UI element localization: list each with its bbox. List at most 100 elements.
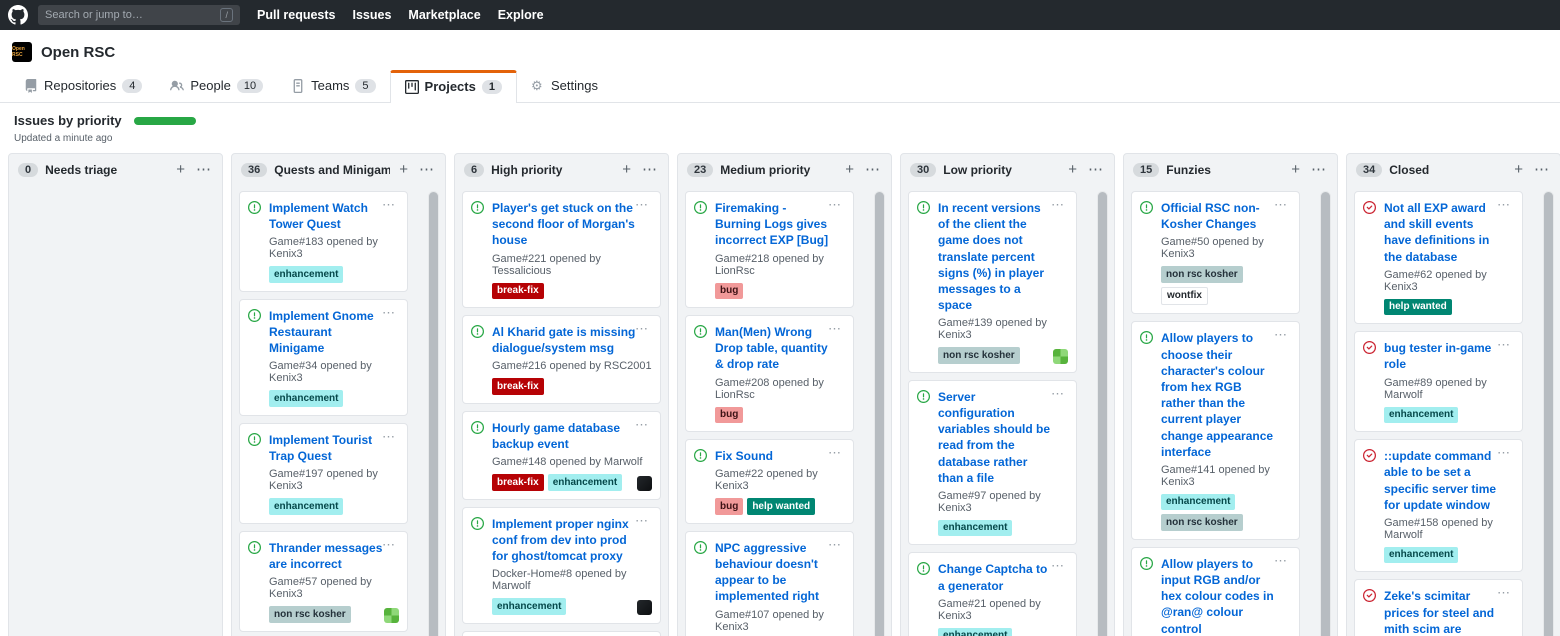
column-scrollbar[interactable] [1320, 191, 1331, 636]
issue-card[interactable]: Fix Sound⋯Game#22 opened by Kenix3bughel… [685, 439, 854, 524]
issue-card[interactable]: Validate that a human is creating charac… [462, 631, 661, 636]
issue-card[interactable]: bug tester in-game role⋯Game#89 opened b… [1354, 331, 1523, 432]
issue-title[interactable]: Al Kharid gate is missing dialogue/syste… [492, 324, 639, 356]
card-menu-button[interactable]: ⋯ [376, 429, 401, 444]
card-menu-button[interactable]: ⋯ [1491, 197, 1516, 212]
card-menu-button[interactable]: ⋯ [629, 417, 654, 432]
card-menu-button[interactable]: ⋯ [1045, 558, 1070, 573]
card-menu-button[interactable]: ⋯ [822, 321, 847, 336]
card-menu-button[interactable]: ⋯ [376, 305, 401, 320]
card-menu-button[interactable]: ⋯ [822, 445, 847, 460]
card-menu-button[interactable]: ⋯ [1491, 337, 1516, 352]
issue-title[interactable]: Implement Tourist Trap Quest [269, 432, 386, 464]
card-menu-button[interactable]: ⋯ [1491, 585, 1516, 600]
issue-card[interactable]: Man(Men) Wrong Drop table, quantity & dr… [685, 315, 854, 432]
column-menu-button[interactable]: ⋯ [1309, 162, 1328, 177]
scrollbar-thumb[interactable] [429, 192, 438, 636]
column-menu-button[interactable]: ⋯ [194, 162, 213, 177]
issue-card[interactable]: Allow players to input RGB and/or hex co… [1131, 547, 1300, 636]
issue-card[interactable]: Allow players to choose their character'… [1131, 321, 1300, 540]
issue-title[interactable]: Server configuration variables should be… [938, 389, 1055, 486]
add-card-button[interactable]: + [174, 162, 187, 177]
card-menu-button[interactable]: ⋯ [1268, 197, 1293, 212]
issue-title[interactable]: Change Captcha to a generator [938, 561, 1055, 593]
card-menu-button[interactable]: ⋯ [376, 197, 401, 212]
issue-card[interactable]: Implement Watch Tower Quest⋯Game#183 ope… [239, 191, 408, 292]
column-menu-button[interactable]: ⋯ [863, 162, 882, 177]
add-card-button[interactable]: + [1066, 162, 1079, 177]
add-card-button[interactable]: + [1512, 162, 1525, 177]
issue-title[interactable]: Player's get stuck on the second floor o… [492, 200, 639, 249]
org-avatar[interactable]: Open RSC [12, 42, 32, 62]
scrollbar-thumb[interactable] [1321, 192, 1330, 636]
issue-card[interactable]: Implement proper nginx conf from dev int… [462, 507, 661, 624]
add-card-button[interactable]: + [397, 162, 410, 177]
column-menu-button[interactable]: ⋯ [1086, 162, 1105, 177]
nav-link-pull-requests[interactable]: Pull requests [257, 8, 336, 22]
card-menu-button[interactable]: ⋯ [1491, 445, 1516, 460]
nav-link-explore[interactable]: Explore [498, 8, 544, 22]
issue-card[interactable]: Al Kharid gate is missing dialogue/syste… [462, 315, 661, 404]
issue-title[interactable]: In recent versions of the client the gam… [938, 200, 1055, 313]
search-input[interactable]: Search or jump to… / [38, 5, 240, 25]
nav-link-marketplace[interactable]: Marketplace [408, 8, 480, 22]
column-scrollbar[interactable] [1543, 191, 1554, 636]
issue-card[interactable]: Implement Tourist Trap Quest⋯Game#197 op… [239, 423, 408, 524]
card-menu-button[interactable]: ⋯ [629, 321, 654, 336]
tab-people[interactable]: People 10 [156, 70, 277, 102]
issue-title[interactable]: Fix Sound [715, 448, 832, 464]
issue-title[interactable]: Man(Men) Wrong Drop table, quantity & dr… [715, 324, 832, 373]
issue-title[interactable]: Allow players to input RGB and/or hex co… [1161, 556, 1278, 636]
nav-link-issues[interactable]: Issues [353, 8, 392, 22]
column-scrollbar[interactable] [1097, 191, 1108, 636]
scrollbar-thumb[interactable] [875, 192, 884, 636]
tab-settings[interactable]: ⚙ Settings [517, 70, 612, 102]
issue-title[interactable]: Official RSC non-Kosher Changes [1161, 200, 1278, 232]
scrollbar-thumb[interactable] [1098, 192, 1107, 636]
issue-title[interactable]: Thrander messages are incorrect [269, 540, 386, 572]
card-menu-button[interactable]: ⋯ [822, 537, 847, 552]
issue-title[interactable]: ::update command able to be set a specif… [1384, 448, 1501, 513]
column-menu-button[interactable]: ⋯ [417, 162, 436, 177]
card-menu-button[interactable]: ⋯ [1268, 327, 1293, 342]
issue-card[interactable]: ::update command able to be set a specif… [1354, 439, 1523, 572]
issue-card[interactable]: Not all EXP award and skill events have … [1354, 191, 1523, 324]
issue-card[interactable]: Implement Gnome Restaurant Minigame⋯Game… [239, 299, 408, 416]
issue-title[interactable]: Hourly game database backup event [492, 420, 639, 452]
issue-title[interactable]: Not all EXP award and skill events have … [1384, 200, 1501, 265]
github-logo-icon[interactable] [8, 5, 28, 25]
issue-card[interactable]: Change Captcha to a generator⋯Game#21 op… [908, 552, 1077, 636]
card-menu-button[interactable]: ⋯ [376, 537, 401, 552]
issue-card[interactable]: Thrander messages are incorrect⋯Game#57 … [239, 531, 408, 632]
issue-title[interactable]: NPC aggressive behaviour doesn't appear … [715, 540, 832, 605]
tab-projects[interactable]: Projects 1 [390, 70, 517, 103]
card-menu-button[interactable]: ⋯ [822, 197, 847, 212]
issue-title[interactable]: Implement proper nginx conf from dev int… [492, 516, 639, 565]
issue-title[interactable]: Zeke's scimitar prices for steel and mit… [1384, 588, 1501, 636]
column-menu-button[interactable]: ⋯ [640, 162, 659, 177]
tab-repositories[interactable]: Repositories 4 [10, 70, 156, 102]
add-card-button[interactable]: + [843, 162, 856, 177]
issue-title[interactable]: bug tester in-game role [1384, 340, 1501, 372]
card-menu-button[interactable]: ⋯ [1045, 386, 1070, 401]
issue-title[interactable]: Firemaking - Burning Logs gives incorrec… [715, 200, 832, 249]
issue-card[interactable]: Official RSC non-Kosher Changes⋯Game#50 … [1131, 191, 1300, 314]
issue-card[interactable]: In recent versions of the client the gam… [908, 191, 1077, 373]
issue-card[interactable]: Firemaking - Burning Logs gives incorrec… [685, 191, 854, 308]
card-menu-button[interactable]: ⋯ [629, 197, 654, 212]
card-menu-button[interactable]: ⋯ [1268, 553, 1293, 568]
issue-title[interactable]: Implement Watch Tower Quest [269, 200, 386, 232]
issue-title[interactable]: Allow players to choose their character'… [1161, 330, 1278, 460]
tab-teams[interactable]: Teams 5 [277, 70, 389, 102]
card-menu-button[interactable]: ⋯ [1045, 197, 1070, 212]
issue-card[interactable]: Hourly game database backup event⋯Game#1… [462, 411, 661, 500]
issue-card[interactable]: NPC aggressive behaviour doesn't appear … [685, 531, 854, 636]
add-card-button[interactable]: + [620, 162, 633, 177]
column-menu-button[interactable]: ⋯ [1532, 162, 1551, 177]
column-scrollbar[interactable] [428, 191, 439, 636]
card-menu-button[interactable]: ⋯ [629, 513, 654, 528]
add-card-button[interactable]: + [1289, 162, 1302, 177]
issue-card[interactable]: Player's get stuck on the second floor o… [462, 191, 661, 308]
column-scrollbar[interactable] [874, 191, 885, 636]
issue-title[interactable]: Implement Gnome Restaurant Minigame [269, 308, 386, 357]
